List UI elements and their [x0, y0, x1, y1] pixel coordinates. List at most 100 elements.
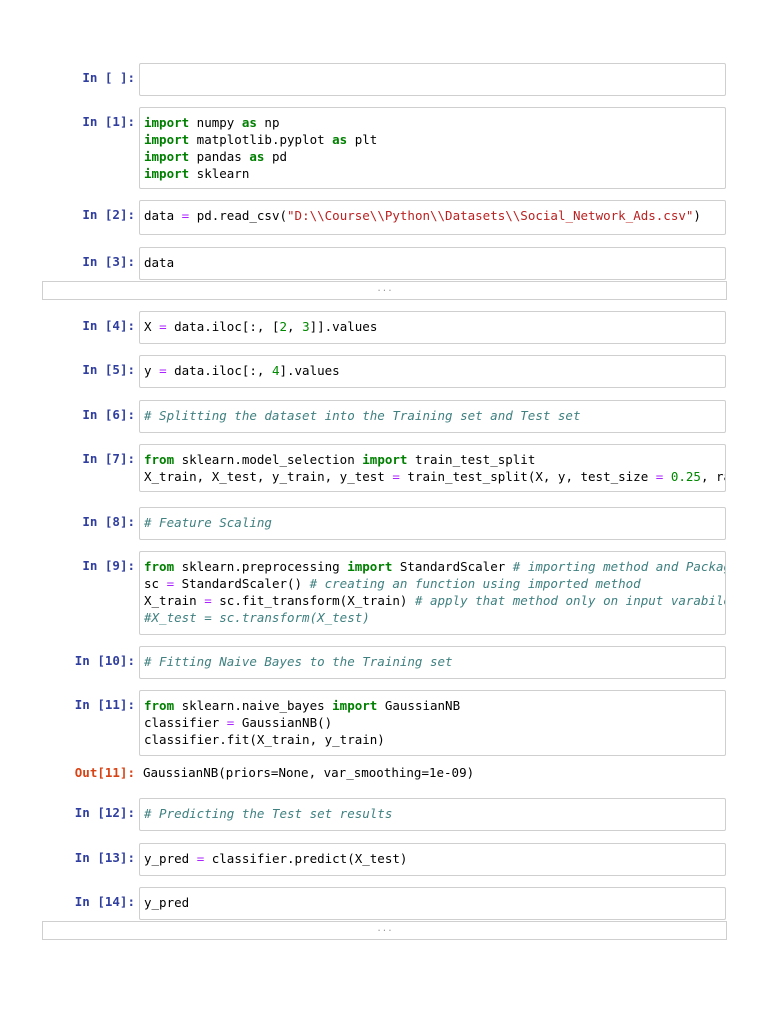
keyword-token: from: [144, 559, 175, 574]
code-cell-input[interactable]: # Splitting the dataset into the Trainin…: [139, 400, 726, 433]
input-prompt: In [10]:: [74, 653, 135, 668]
code-cell-input[interactable]: # Predicting the Test set results: [139, 798, 726, 831]
operator-token: =: [392, 469, 400, 484]
output-prompt: Out[11]:: [74, 765, 135, 780]
code-line: X_train = sc.fit_transform(X_train) # ap…: [144, 592, 725, 609]
code-cell-input[interactable]: y_pred: [139, 887, 726, 920]
keyword-token: import: [332, 698, 378, 713]
code-cell-input[interactable]: X = data.iloc[:, [2, 3]].values: [139, 311, 726, 344]
code-token: StandardScaler: [392, 559, 513, 574]
keyword-token: import: [144, 149, 190, 164]
code-cell-input[interactable]: # Feature Scaling: [139, 507, 726, 540]
code-line: data: [144, 254, 721, 271]
input-prompt: In [13]:: [74, 850, 135, 865]
code-cell-input[interactable]: from sklearn.naive_bayes import Gaussian…: [139, 690, 726, 756]
code-cell-input[interactable]: y = data.iloc[:, 4].values: [139, 355, 726, 388]
code-cell-input[interactable]: y_pred = classifier.predict(X_test): [139, 843, 726, 876]
code-token: train_test_split: [407, 452, 536, 467]
code-line: y_pred = classifier.predict(X_test): [144, 850, 721, 867]
code-token: sklearn.model_selection: [174, 452, 363, 467]
code-token: , rando: [700, 469, 725, 484]
code-line: sc = StandardScaler() # creating an func…: [144, 575, 721, 592]
code-line: # Splitting the dataset into the Trainin…: [144, 407, 721, 424]
collapsed-output-ellipsis[interactable]: ...: [42, 921, 727, 940]
code-token: matplotlib.pyplot: [189, 132, 333, 147]
code-line: import numpy as np: [144, 114, 721, 131]
code-token: ): [693, 208, 701, 223]
code-token: ]].values: [309, 319, 378, 334]
code-token: pd.read_csv(: [189, 208, 288, 223]
code-token: sklearn: [189, 166, 250, 181]
code-line: from sklearn.model_selection import trai…: [144, 451, 721, 468]
comment-token: # Feature Scaling: [144, 515, 272, 530]
code-line: import sklearn: [144, 165, 721, 182]
code-token: plt: [347, 132, 378, 147]
code-token: sklearn.preprocessing: [174, 559, 348, 574]
code-line: # Predicting the Test set results: [144, 805, 721, 822]
code-token: y: [144, 363, 160, 378]
code-token: classifier.predict(X_test): [204, 851, 408, 866]
code-token: ,: [287, 319, 303, 334]
code-token: sc: [144, 576, 167, 591]
number-token: 0.25: [670, 469, 701, 484]
comment-token: # Fitting Naive Bayes to the Training se…: [144, 654, 453, 669]
code-cell-input[interactable]: [139, 63, 726, 96]
keyword-token: import: [362, 452, 408, 467]
operator-token: =: [159, 363, 167, 378]
code-token: X_train: [144, 593, 205, 608]
code-line: classifier.fit(X_train, y_train): [144, 731, 721, 748]
code-token: classifier: [144, 715, 227, 730]
code-token: data.iloc[:, [: [166, 319, 280, 334]
comment-token: # apply that method only on input varabi…: [414, 593, 726, 608]
input-prompt: In [5]:: [82, 362, 135, 377]
code-line: import matplotlib.pyplot as plt: [144, 131, 721, 148]
code-line: X = data.iloc[:, [2, 3]].values: [144, 318, 721, 335]
code-cell-input[interactable]: import numpy as np import matplotlib.pypl…: [139, 107, 726, 189]
code-cell-input[interactable]: data = pd.read_csv("D:\\Course\\Python\\…: [139, 200, 726, 235]
operator-token: =: [159, 319, 167, 334]
code-token: train_test_split(X, y, test_size: [399, 469, 656, 484]
code-token: X: [144, 319, 160, 334]
input-prompt: In [ ]:: [82, 70, 135, 85]
code-line: from sklearn.naive_bayes import Gaussian…: [144, 697, 721, 714]
code-line: import pandas as pd: [144, 148, 721, 165]
code-token: pandas: [189, 149, 250, 164]
input-prompt: In [9]:: [82, 558, 135, 573]
keyword-token: as: [249, 149, 265, 164]
code-line: #X_test = sc.transform(X_test): [144, 609, 721, 626]
code-cell-input[interactable]: data: [139, 247, 726, 280]
code-token: np: [256, 115, 280, 130]
code-line: classifier = GaussianNB(): [144, 714, 721, 731]
code-token: pd: [264, 149, 288, 164]
input-prompt: In [1]:: [82, 114, 135, 129]
comment-token: # importing method and Packages: [512, 559, 726, 574]
code-cell-input[interactable]: from sklearn.model_selection import trai…: [139, 444, 726, 492]
input-prompt: In [2]:: [82, 207, 135, 222]
collapsed-output-ellipsis[interactable]: ...: [42, 281, 727, 300]
input-prompt: In [7]:: [82, 451, 135, 466]
code-token: ].values: [279, 363, 340, 378]
code-line: # Feature Scaling: [144, 514, 721, 531]
cell-output: GaussianNB(priors=None, var_smoothing=1e…: [143, 765, 475, 780]
code-line: from sklearn.preprocessing import Standa…: [144, 558, 725, 575]
string-token: "D:\\Course\\Python\\Datasets\\Social_Ne…: [287, 208, 694, 223]
input-prompt: In [11]:: [74, 697, 135, 712]
keyword-token: as: [332, 132, 348, 147]
code-cell-input[interactable]: from sklearn.preprocessing import Standa…: [139, 551, 726, 635]
code-cell-input[interactable]: # Fitting Naive Bayes to the Training se…: [139, 646, 726, 679]
keyword-token: import: [144, 166, 190, 181]
code-token: GaussianNB: [377, 698, 461, 713]
keyword-token: import: [144, 132, 190, 147]
comment-token: # Splitting the dataset into the Trainin…: [144, 408, 581, 423]
comment-token: #X_test = sc.transform(X_test): [144, 610, 370, 625]
code-token: X_train, X_test, y_train, y_test: [144, 469, 393, 484]
code-line: data = pd.read_csv("D:\\Course\\Python\\…: [144, 207, 721, 224]
keyword-token: as: [241, 115, 257, 130]
code-token: GaussianNB(): [234, 715, 333, 730]
code-token: data: [144, 255, 175, 270]
code-token: numpy: [189, 115, 242, 130]
input-prompt: In [14]:: [74, 894, 135, 909]
code-token: y_pred: [144, 851, 197, 866]
code-line: y_pred: [144, 894, 721, 911]
keyword-token: from: [144, 698, 175, 713]
